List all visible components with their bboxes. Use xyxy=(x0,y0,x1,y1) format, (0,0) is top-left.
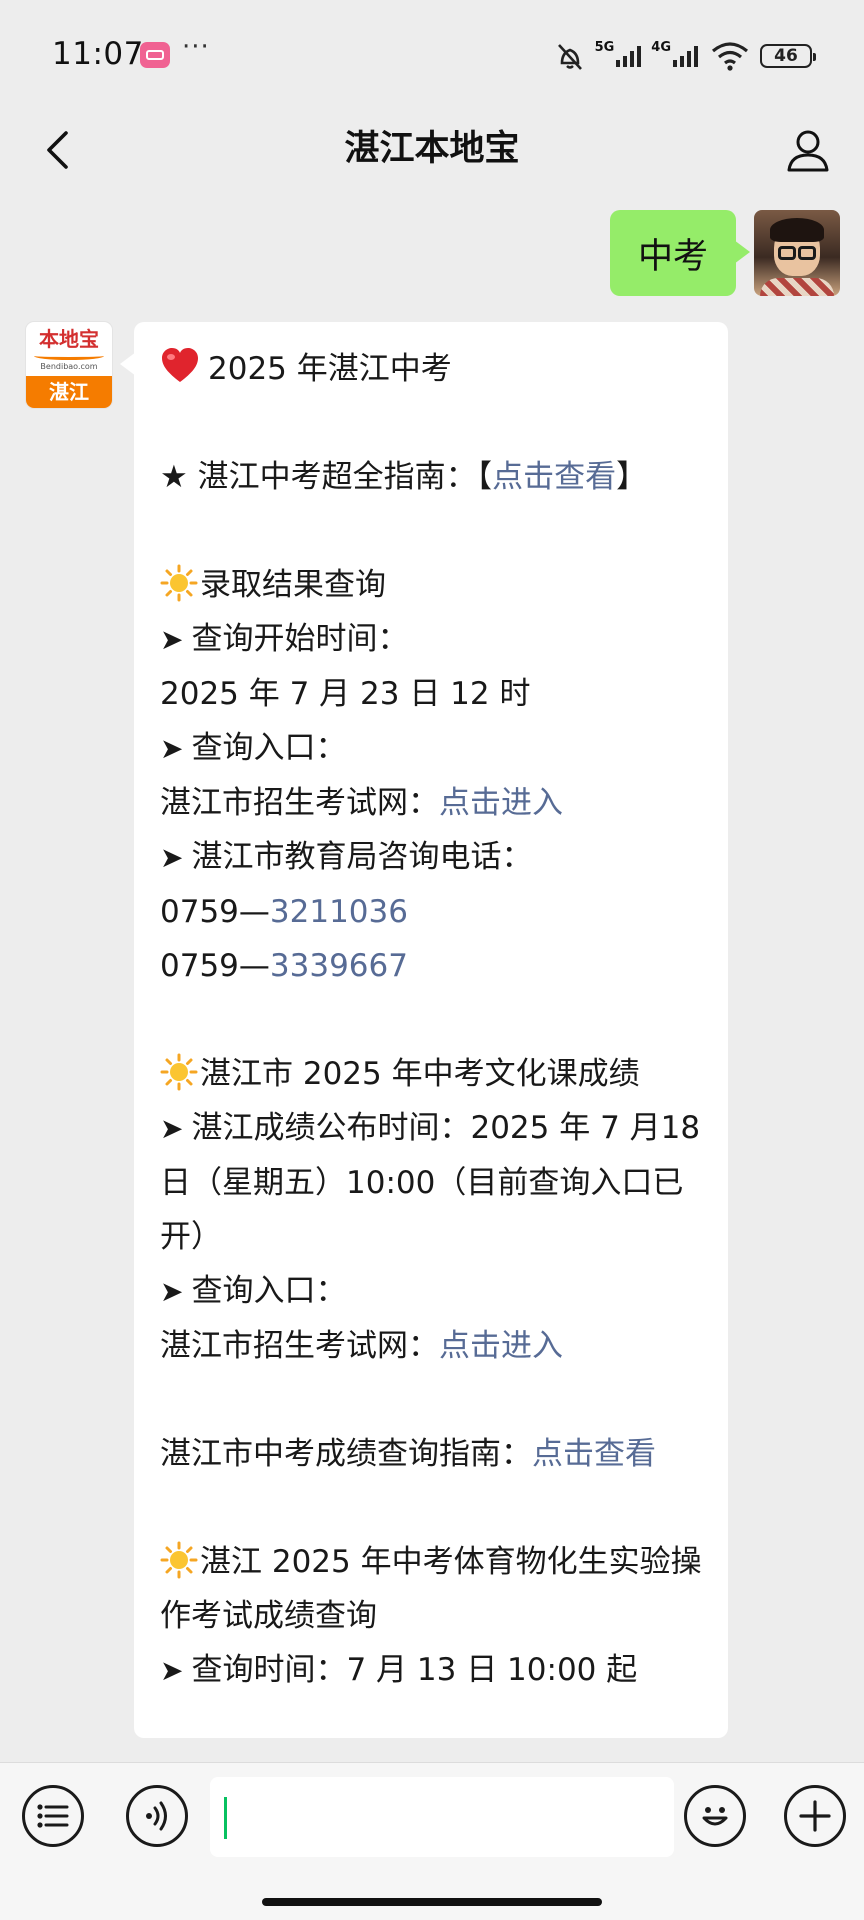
arrow-icon: ➤ xyxy=(160,1654,184,1687)
profile-button[interactable] xyxy=(776,118,840,182)
guide-link[interactable]: 点击查看 xyxy=(492,459,616,495)
voice-icon xyxy=(146,1801,167,1831)
outgoing-bubble[interactable]: 中考 xyxy=(609,210,751,296)
bendibao-avatar[interactable]: 本地宝 Bendibao.com 湛江 xyxy=(26,322,112,408)
heart-icon xyxy=(162,348,198,382)
chat-title: 湛江本地宝 xyxy=(344,129,520,169)
guide-line: ★ 湛江中考超全指南：【点击查看】 xyxy=(160,459,648,495)
section-pe-title: 湛江 2025 年中考体育物化生实验操作考试成绩查询 xyxy=(160,1535,706,1643)
avatar-city: 湛江 xyxy=(26,376,112,408)
arrow-icon: ➤ xyxy=(160,1275,184,1308)
bilibili-app-icon xyxy=(140,42,170,68)
arrow-icon: ➤ xyxy=(160,841,184,874)
wifi-icon xyxy=(711,42,749,71)
alarm-off-icon xyxy=(557,44,582,70)
admission-entry-link[interactable]: 点击进入 xyxy=(439,785,563,821)
list-icon xyxy=(37,1804,69,1828)
incoming-bubble[interactable]: 2025 年湛江中考 ★ 湛江中考超全指南：【点击查看】 录取结果查询 ➤ 查询… xyxy=(120,322,728,1738)
status-time: 11:07 xyxy=(52,36,144,72)
avatar-url: Bendibao.com xyxy=(40,362,98,371)
avatar-brand: 本地宝 xyxy=(39,327,99,351)
chat-area[interactable]: 中考 本地宝 Bendibao.com 湛江 2025 年湛江中考 ★ 湛江中考… xyxy=(0,200,864,1762)
admission-time-value: 2025 年 7 月 23 日 12 时 xyxy=(160,676,531,712)
sun-icon xyxy=(160,1541,198,1579)
message-title-line: 2025 年湛江中考 xyxy=(160,342,706,396)
smiley-icon xyxy=(702,1807,728,1826)
message-title: 2025 年湛江中考 xyxy=(208,351,452,387)
plus-icon xyxy=(799,1800,831,1832)
message-input[interactable] xyxy=(210,1777,674,1857)
section-admission-title: 录取结果查询 xyxy=(160,558,706,612)
emoji-button[interactable] xyxy=(684,1785,746,1847)
status-bar: 11:07 ··· 5G 4G 46 xyxy=(0,0,864,100)
network-4g-label: 4G xyxy=(651,39,671,55)
input-bar xyxy=(0,1762,864,1920)
home-indicator[interactable] xyxy=(262,1898,602,1906)
battery-level: 46 xyxy=(760,44,816,68)
outgoing-message: 中考 xyxy=(609,210,840,296)
section-scores-title: 湛江市 2025 年中考文化课成绩 xyxy=(160,1047,706,1101)
arrow-icon: ➤ xyxy=(160,623,184,656)
phone-link-2[interactable]: 3339667 xyxy=(270,948,408,984)
scores-guide-link[interactable]: 点击查看 xyxy=(532,1436,656,1472)
phone-link-1[interactable]: 3211036 xyxy=(270,894,408,930)
nav-bar: 湛江本地宝 xyxy=(0,100,864,200)
sun-icon xyxy=(160,564,198,602)
voice-button[interactable] xyxy=(126,1785,188,1847)
network-5g-label: 5G xyxy=(594,39,615,55)
text-cursor xyxy=(224,1797,227,1839)
arrow-icon: ➤ xyxy=(160,1112,184,1145)
scores-entry-link[interactable]: 点击进入 xyxy=(439,1328,563,1364)
person-icon xyxy=(787,130,829,172)
wechat-chat-screen: 11:07 ··· 5G 4G 46 湛江本地宝 中考 本地宝 Bendibao… xyxy=(0,0,864,1920)
arrow-icon: ➤ xyxy=(160,732,184,765)
incoming-message: 本地宝 Bendibao.com 湛江 2025 年湛江中考 ★ 湛江中考超全指… xyxy=(26,322,728,1738)
signal-5g-icon xyxy=(616,46,642,67)
status-indicators: 5G 4G 46 xyxy=(553,38,816,74)
signal-4g-icon xyxy=(673,46,698,67)
menu-button[interactable] xyxy=(22,1785,84,1847)
sun-icon xyxy=(160,1053,198,1091)
more-button[interactable] xyxy=(784,1785,846,1847)
user-avatar[interactable] xyxy=(754,210,840,296)
more-notifications-icon: ··· xyxy=(182,32,210,62)
